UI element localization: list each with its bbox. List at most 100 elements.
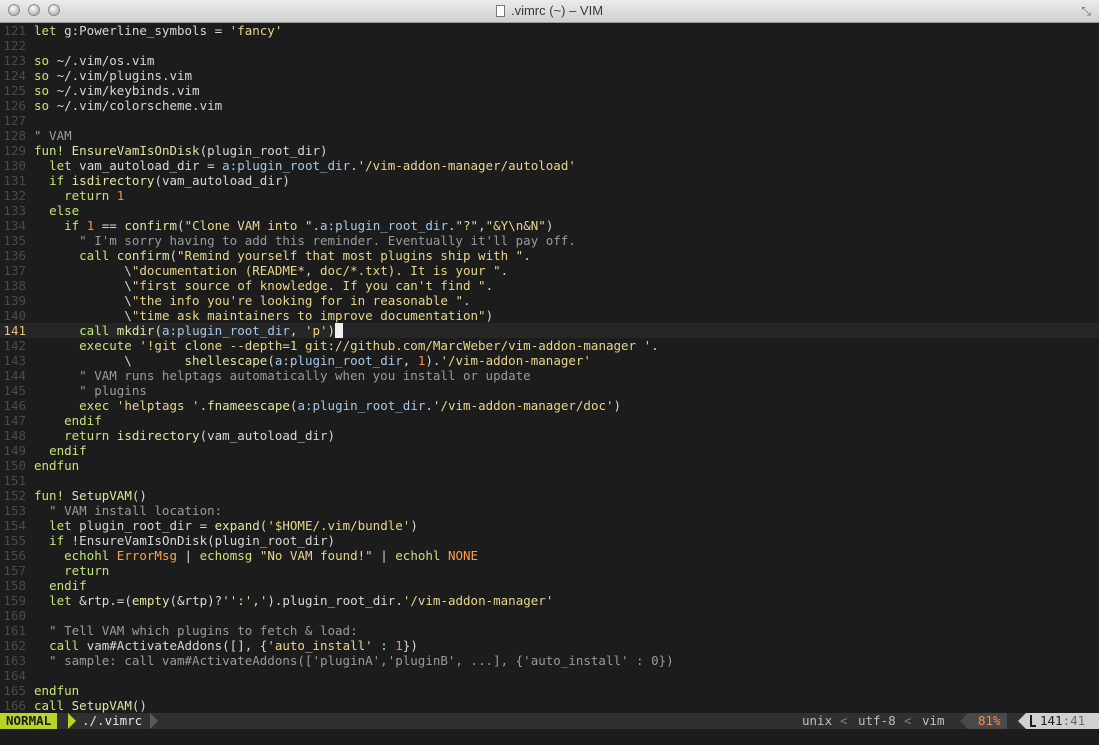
line-code[interactable]: so ~/.vim/keybinds.vim (34, 83, 200, 98)
editor-line[interactable]: 147 endif (0, 413, 1099, 428)
line-code[interactable]: endif (34, 413, 102, 428)
editor-line[interactable]: 162 call vam#ActivateAddons([], {'auto_i… (0, 638, 1099, 653)
editor-buffer[interactable]: 121 let g:Powerline_symbols = 'fancy' 122 1… (0, 23, 1099, 713)
editor-line[interactable]: 157 return (0, 563, 1099, 578)
editor-line[interactable]: 161 " Tell VAM which plugins to fetch & … (0, 623, 1099, 638)
editor-line[interactable]: 158 endif (0, 578, 1099, 593)
editor-line[interactable]: 149 endif (0, 443, 1099, 458)
editor-line[interactable]: 122 (0, 38, 1099, 53)
line-code[interactable]: " plugins (34, 383, 147, 398)
line-code[interactable]: endfun (34, 683, 79, 698)
line-code[interactable]: if isdirectory(vam_autoload_dir) (34, 173, 290, 188)
line-code[interactable]: " Tell VAM which plugins to fetch & load… (34, 623, 358, 638)
line-code[interactable]: if 1 == confirm("Clone VAM into ".a:plug… (34, 218, 553, 233)
line-code[interactable]: so ~/.vim/os.vim (34, 53, 154, 68)
editor-line[interactable]: 121 let g:Powerline_symbols = 'fancy' (0, 23, 1099, 38)
line-code[interactable]: call vam#ActivateAddons([], {'auto_insta… (34, 638, 418, 653)
line-code[interactable]: " VAM install location: (34, 503, 222, 518)
line-code[interactable]: let g:Powerline_symbols = 'fancy' (34, 23, 282, 38)
line-number: 164 (3, 668, 26, 683)
fullscreen-icon[interactable]: ⤡ (1081, 4, 1091, 19)
line-code[interactable]: let plugin_root_dir = expand('$HOME/.vim… (34, 518, 418, 533)
editor-line[interactable]: 131 if isdirectory(vam_autoload_dir) (0, 173, 1099, 188)
line-code[interactable]: call SetupVAM() (34, 698, 147, 713)
line-number: 130 (3, 158, 26, 173)
editor-line[interactable]: 125 so ~/.vim/keybinds.vim (0, 83, 1099, 98)
line-code[interactable]: let vam_autoload_dir = a:plugin_root_dir… (34, 158, 576, 173)
editor-line[interactable]: 135 " I'm sorry having to add this remin… (0, 233, 1099, 248)
command-line[interactable] (0, 729, 1099, 745)
line-code[interactable]: echohl ErrorMsg | echomsg "No VAM found!… (34, 548, 478, 563)
line-code[interactable]: \"documentation (README*, doc/*.txt). It… (34, 263, 508, 278)
line-code[interactable]: fun! SetupVAM() (34, 488, 147, 503)
line-code[interactable]: call confirm("Remind yourself that most … (34, 248, 531, 263)
editor-line[interactable]: 124 so ~/.vim/plugins.vim (0, 68, 1099, 83)
editor-line[interactable]: 129 fun! EnsureVamIsOnDisk(plugin_root_di… (0, 143, 1099, 158)
editor-line[interactable]: 153 " VAM install location: (0, 503, 1099, 518)
line-code[interactable]: \"time ask maintainers to improve docume… (34, 308, 493, 323)
editor-line[interactable]: 155 if !EnsureVamIsOnDisk(plugin_root_di… (0, 533, 1099, 548)
editor-line[interactable]: 154 let plugin_root_dir = expand('$HOME/… (0, 518, 1099, 533)
line-code[interactable]: fun! EnsureVamIsOnDisk(plugin_root_dir) (34, 143, 328, 158)
editor-line[interactable]: 139 \"the info you're looking for in rea… (0, 293, 1099, 308)
editor-line[interactable]: 130 let vam_autoload_dir = a:plugin_root… (0, 158, 1099, 173)
editor-line[interactable]: 144 " VAM runs helptags automatically wh… (0, 368, 1099, 383)
editor-line[interactable]: 166 call SetupVAM() (0, 698, 1099, 713)
line-code[interactable]: " I'm sorry having to add this reminder.… (34, 233, 576, 248)
chevron-left-icon: < (840, 713, 848, 728)
editor-line[interactable]: 138 \"first source of knowledge. If you … (0, 278, 1099, 293)
editor-line[interactable]: 146 exec 'helptags '.fnameescape(a:plugi… (0, 398, 1099, 413)
line-code[interactable]: exec 'helptags '.fnameescape(a:plugin_ro… (34, 398, 621, 413)
line-code[interactable]: if !EnsureVamIsOnDisk(plugin_root_dir) (34, 533, 335, 548)
editor-line[interactable]: 133 else (0, 203, 1099, 218)
editor-line[interactable]: 145 " plugins (0, 383, 1099, 398)
editor-line[interactable]: 136 call confirm("Remind yourself that m… (0, 248, 1099, 263)
line-number: 123 (3, 53, 26, 68)
editor-line[interactable]: 141 call mkdir(a:plugin_root_dir, 'p') (0, 323, 1099, 338)
editor-line[interactable]: 127 (0, 113, 1099, 128)
line-code[interactable]: execute '!git clone --depth=1 git://gith… (34, 338, 659, 353)
line-code[interactable]: " VAM runs helptags automatically when y… (34, 368, 531, 383)
editor-line[interactable]: 159 let &rtp.=(empty(&rtp)?'':',').plugi… (0, 593, 1099, 608)
line-code[interactable]: so ~/.vim/plugins.vim (34, 68, 192, 83)
line-code[interactable]: so ~/.vim/colorscheme.vim (34, 98, 222, 113)
line-number: 138 (3, 278, 26, 293)
editor-line[interactable]: 148 return isdirectory(vam_autoload_dir) (0, 428, 1099, 443)
line-code[interactable]: endfun (34, 458, 79, 473)
editor-line[interactable]: 165 endfun (0, 683, 1099, 698)
editor-line[interactable]: 163 " sample: call vam#ActivateAddons(['… (0, 653, 1099, 668)
editor-line[interactable]: 150 endfun (0, 458, 1099, 473)
editor-line[interactable]: 142 execute '!git clone --depth=1 git://… (0, 338, 1099, 353)
line-code[interactable]: return (34, 563, 109, 578)
line-code[interactable]: call mkdir(a:plugin_root_dir, 'p') (34, 323, 343, 338)
line-code[interactable]: " sample: call vam#ActivateAddons(['plug… (34, 653, 674, 668)
editor-line[interactable]: 123 so ~/.vim/os.vim (0, 53, 1099, 68)
editor-line[interactable]: 140 \"time ask maintainers to improve do… (0, 308, 1099, 323)
editor-line[interactable]: 151 (0, 473, 1099, 488)
line-code[interactable]: return 1 (34, 188, 124, 203)
editor-line[interactable]: 128 " VAM (0, 128, 1099, 143)
line-number: 160 (3, 608, 26, 623)
line-code[interactable]: return isdirectory(vam_autoload_dir) (34, 428, 335, 443)
line-code[interactable]: endif (34, 578, 87, 593)
line-code[interactable]: else (34, 203, 79, 218)
line-code[interactable]: endif (34, 443, 87, 458)
editor-line[interactable]: 137 \"documentation (README*, doc/*.txt)… (0, 263, 1099, 278)
line-code[interactable]: \"first source of knowledge. If you can'… (34, 278, 493, 293)
editor-line[interactable]: 132 return 1 (0, 188, 1099, 203)
editor-line[interactable]: 126 so ~/.vim/colorscheme.vim (0, 98, 1099, 113)
editor-line[interactable]: 143 \ shellescape(a:plugin_root_dir, 1).… (0, 353, 1099, 368)
line-code[interactable]: \"the info you're looking for in reasona… (34, 293, 470, 308)
editor-line[interactable]: 164 (0, 668, 1099, 683)
line-number: 145 (3, 383, 26, 398)
editor-line[interactable]: 134 if 1 == confirm("Clone VAM into ".a:… (0, 218, 1099, 233)
editor-line[interactable]: 156 echohl ErrorMsg | echomsg "No VAM fo… (0, 548, 1099, 563)
editor-line[interactable]: 160 (0, 608, 1099, 623)
window-title-area: .vimrc (~) – VIM (0, 3, 1099, 18)
chevron-left-icon: < (904, 713, 912, 728)
line-code[interactable]: " VAM (34, 128, 72, 143)
line-code[interactable]: \ shellescape(a:plugin_root_dir, 1).'/vi… (34, 353, 591, 368)
editor-line[interactable]: 152 fun! SetupVAM() (0, 488, 1099, 503)
line-code[interactable]: let &rtp.=(empty(&rtp)?'':',').plugin_ro… (34, 593, 553, 608)
line-number: 131 (3, 173, 26, 188)
